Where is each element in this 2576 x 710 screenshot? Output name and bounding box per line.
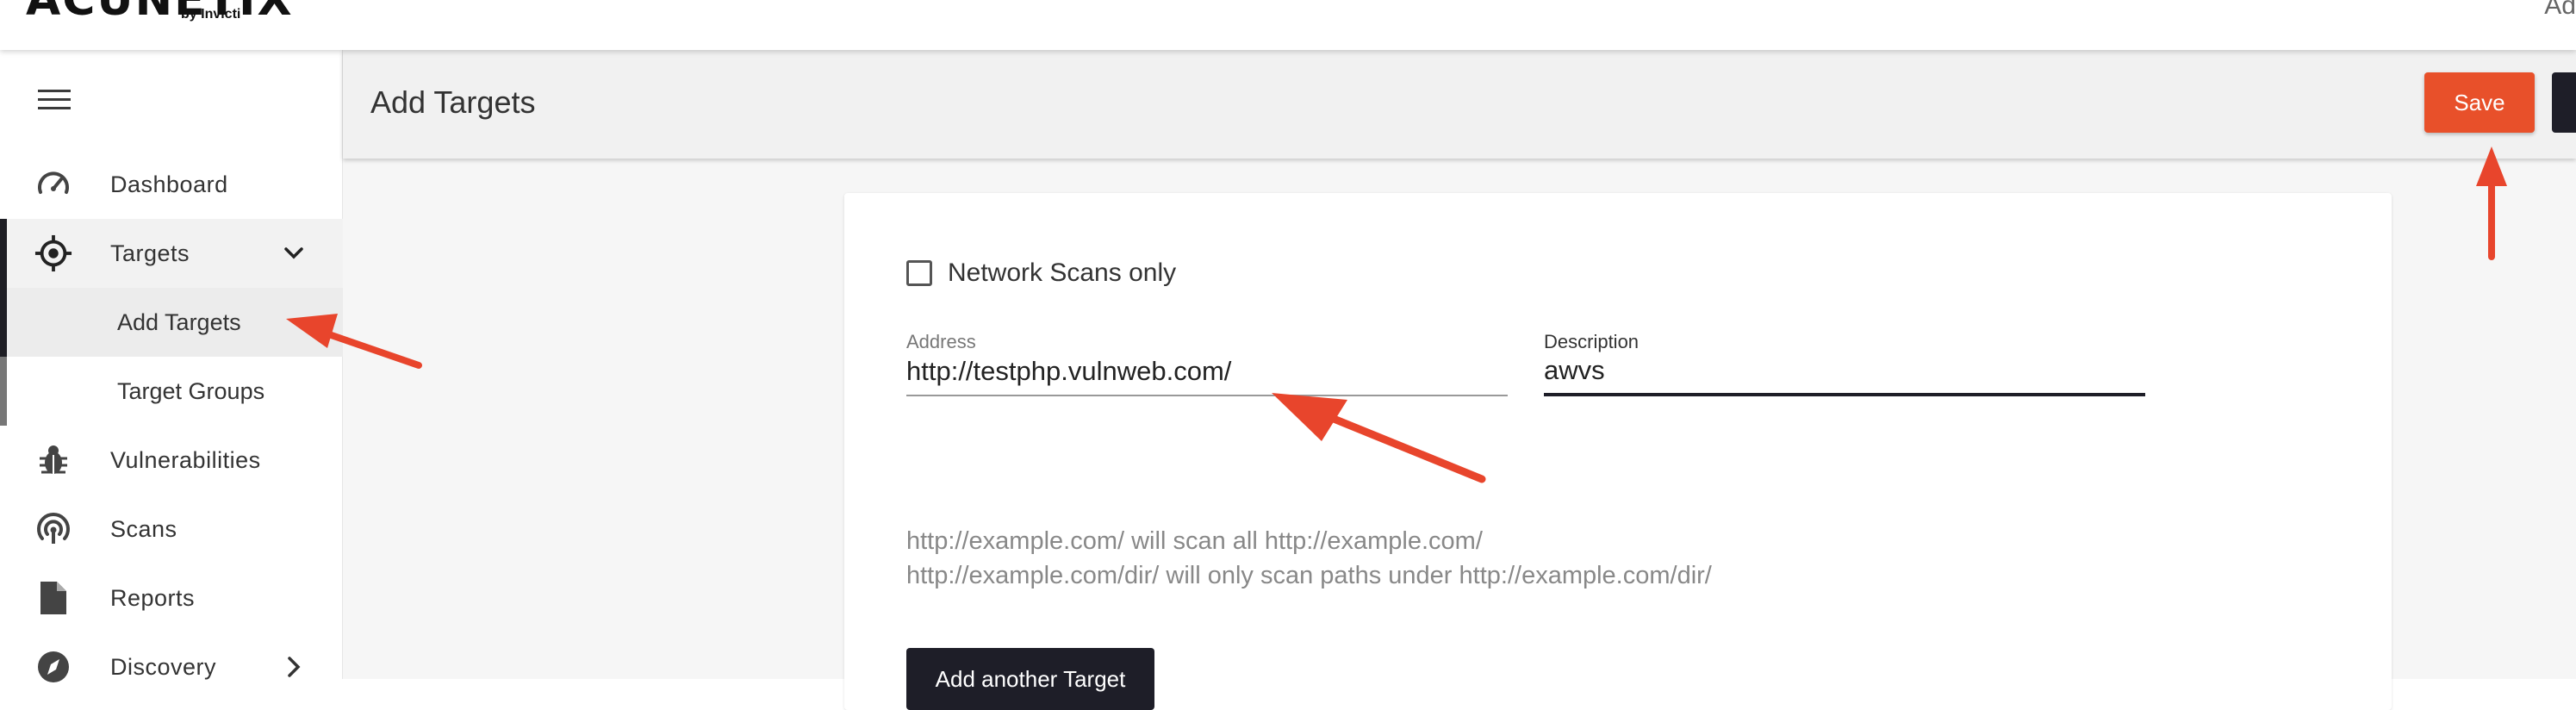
sidebar-item-label: Vulnerabilities <box>110 446 261 473</box>
sidebar-item-label: Scans <box>110 515 177 542</box>
sidebar-item-scans[interactable]: Scans <box>0 495 343 564</box>
report-file-icon <box>34 579 72 617</box>
sidebar-item-label: Targets <box>110 240 190 266</box>
user-menu[interactable]: Ad <box>2544 0 2576 21</box>
address-hint-line1: http://example.com/ will scan all http:/… <box>906 527 1483 555</box>
chevron-down-icon[interactable] <box>281 240 307 266</box>
top-bar: ACUNETIX by Invicti Ad <box>0 0 2576 50</box>
network-scans-only-checkbox[interactable] <box>906 260 932 286</box>
address-hint-line2: http://example.com/dir/ will only scan p… <box>906 562 1712 589</box>
checkbox-label: Network Scans only <box>948 258 1177 287</box>
sidebar-item-vulnerabilities[interactable]: Vulnerabilities <box>0 426 343 495</box>
sidebar-item-reports[interactable]: Reports <box>0 564 343 632</box>
sidebar-item-label: Dashboard <box>110 171 228 197</box>
address-field[interactable] <box>906 348 1508 396</box>
sidebar: Dashboard Targets Add Targets Target Gro… <box>0 50 343 682</box>
compass-icon <box>34 648 72 686</box>
chevron-right-icon[interactable] <box>281 654 307 680</box>
dashboard-gauge-icon <box>34 165 72 203</box>
sidebar-item-label: Discovery <box>110 653 217 680</box>
network-scans-only-toggle[interactable]: Network Scans only <box>906 258 1176 288</box>
sidebar-item-targets[interactable]: Targets <box>0 219 343 288</box>
bug-icon <box>34 441 72 479</box>
cancel-button[interactable] <box>2552 72 2576 133</box>
add-another-target-button[interactable]: Add another Target <box>906 648 1154 710</box>
sidebar-item-discovery[interactable]: Discovery <box>0 632 343 701</box>
page-header: Add Targets Save <box>343 50 2576 159</box>
sidebar-item-dashboard[interactable]: Dashboard <box>0 150 343 219</box>
hamburger-menu-icon[interactable] <box>38 88 71 112</box>
sidebar-subitem-add-targets[interactable]: Add Targets <box>0 288 343 357</box>
target-crosshair-icon <box>34 234 72 272</box>
main-content: Add Targets Save Network Scans only Addr… <box>343 50 2576 710</box>
sidebar-item-label: Reports <box>110 584 196 611</box>
logo-subtitle: by Invicti <box>181 7 241 22</box>
sidebar-subitem-label: Add Targets <box>117 308 241 335</box>
sidebar-subitem-target-groups[interactable]: Target Groups <box>0 357 343 426</box>
scans-radar-icon <box>34 510 72 548</box>
add-target-card: Network Scans only Address Description h… <box>844 193 2392 710</box>
save-button[interactable]: Save <box>2424 72 2535 133</box>
app-logo[interactable]: ACUNETIX <box>26 0 294 26</box>
description-field[interactable] <box>1544 348 2145 396</box>
sidebar-subitem-label: Target Groups <box>117 377 265 404</box>
page-title: Add Targets <box>370 84 536 120</box>
